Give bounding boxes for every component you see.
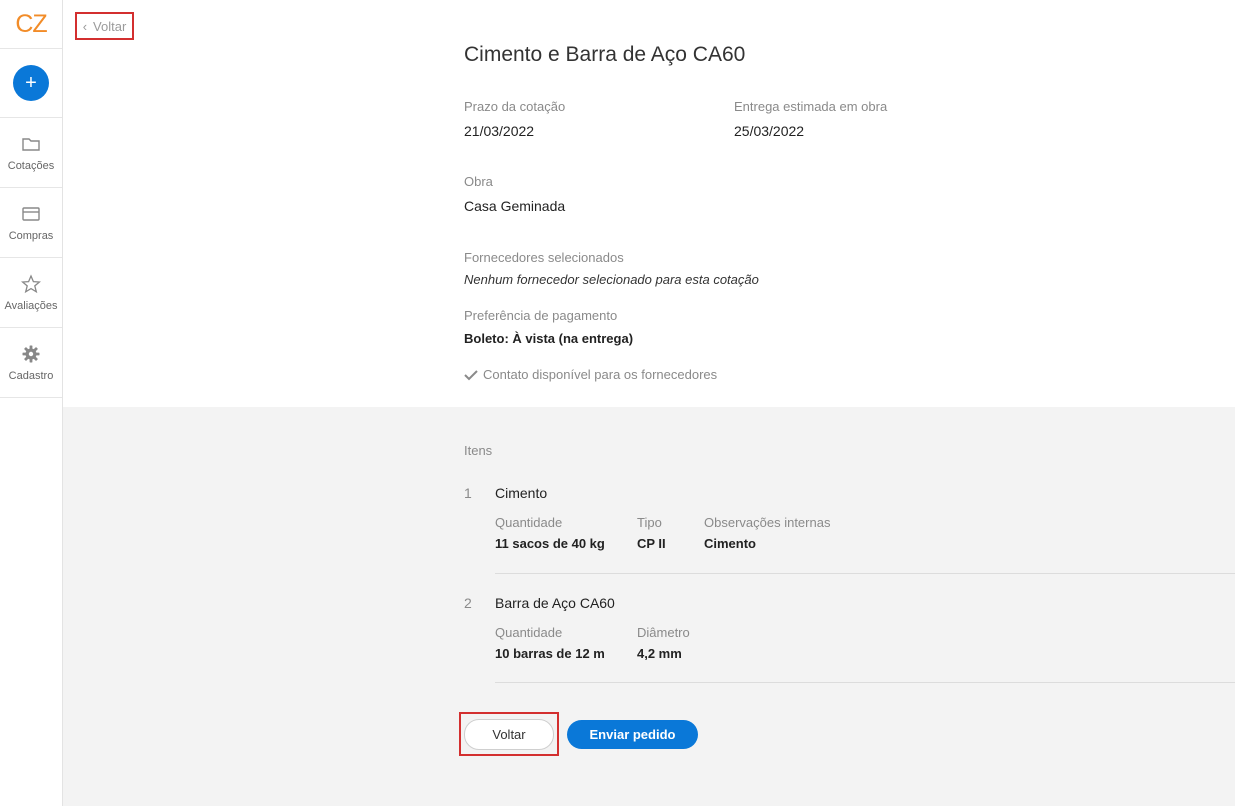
- contact-info: Contato disponível para os fornecedores: [464, 367, 717, 382]
- suppliers-label: Fornecedores selecionados: [464, 250, 624, 265]
- sidebar-item-cotacoes[interactable]: Cotações: [0, 118, 62, 188]
- deadline-label: Prazo da cotação: [464, 99, 566, 114]
- logo[interactable]: CZ: [0, 0, 62, 49]
- sidebar-item-label: Cadastro: [8, 369, 54, 382]
- chevron-left-icon: ‹: [82, 18, 88, 34]
- back-button-highlight: Voltar: [459, 712, 559, 756]
- add-wrapper: +: [0, 49, 62, 118]
- item-field-label: Quantidade: [495, 515, 563, 530]
- item-field-value: 4,2 mm: [637, 646, 682, 661]
- sidebar-item-cadastro[interactable]: Cadastro: [0, 328, 62, 398]
- sidebar-item-label: Avaliações: [4, 299, 58, 312]
- check-icon: [464, 369, 478, 380]
- plus-icon: +: [25, 71, 37, 94]
- item-field-value: CP II: [637, 536, 666, 551]
- submit-order-button[interactable]: Enviar pedido: [567, 720, 698, 749]
- item-name: Cimento: [495, 485, 548, 501]
- items-label: Itens: [464, 443, 493, 458]
- item-number: 2: [464, 595, 472, 611]
- deadline-value: 21/03/2022: [464, 123, 535, 139]
- logo-text: CZ: [15, 9, 47, 38]
- folder-icon: [22, 137, 40, 151]
- page-title: Cimento e Barra de Aço CA60: [464, 43, 746, 66]
- item-field-label: Observações internas: [704, 515, 831, 530]
- delivery-label: Entrega estimada em obra: [734, 99, 888, 114]
- star-icon: [21, 273, 41, 293]
- item-field-value: 11 sacos de 40 kg: [495, 536, 605, 551]
- payment-value: Boleto: À vista (na entrega): [464, 331, 634, 346]
- site-label: Obra: [464, 174, 493, 189]
- add-button[interactable]: +: [13, 65, 49, 101]
- item-field-value: 10 barras de 12 m: [495, 646, 605, 661]
- item-field-label: Quantidade: [495, 625, 563, 640]
- suppliers-value: Nenhum fornecedor selecionado para esta …: [464, 272, 759, 287]
- back-button[interactable]: Voltar: [464, 718, 554, 750]
- item-name: Barra de Aço CA60: [495, 595, 615, 611]
- item-divider: [495, 682, 1235, 683]
- item-field-value: Cimento: [704, 536, 756, 551]
- gear-icon: [22, 345, 40, 362]
- card-icon: [22, 206, 40, 221]
- contact-text: Contato disponível para os fornecedores: [483, 367, 718, 382]
- sidebar-item-avaliacoes[interactable]: Avaliações: [0, 258, 62, 328]
- item-field-label: Tipo: [637, 515, 662, 530]
- sidebar: CZ + Cotações Compras Avaliações Cadastr…: [0, 0, 63, 806]
- item-number: 1: [464, 485, 472, 501]
- item-field-label: Diâmetro: [637, 625, 690, 640]
- back-link-label: Voltar: [93, 18, 127, 34]
- item-divider: [495, 573, 1235, 574]
- delivery-value: 25/03/2022: [734, 123, 805, 139]
- site-value: Casa Geminada: [464, 198, 566, 214]
- back-link[interactable]: ‹ Voltar: [75, 12, 134, 40]
- sidebar-item-label: Cotações: [7, 159, 55, 172]
- payment-label: Preferência de pagamento: [464, 308, 618, 323]
- sidebar-item-compras[interactable]: Compras: [0, 188, 62, 258]
- sidebar-item-label: Compras: [8, 229, 54, 242]
